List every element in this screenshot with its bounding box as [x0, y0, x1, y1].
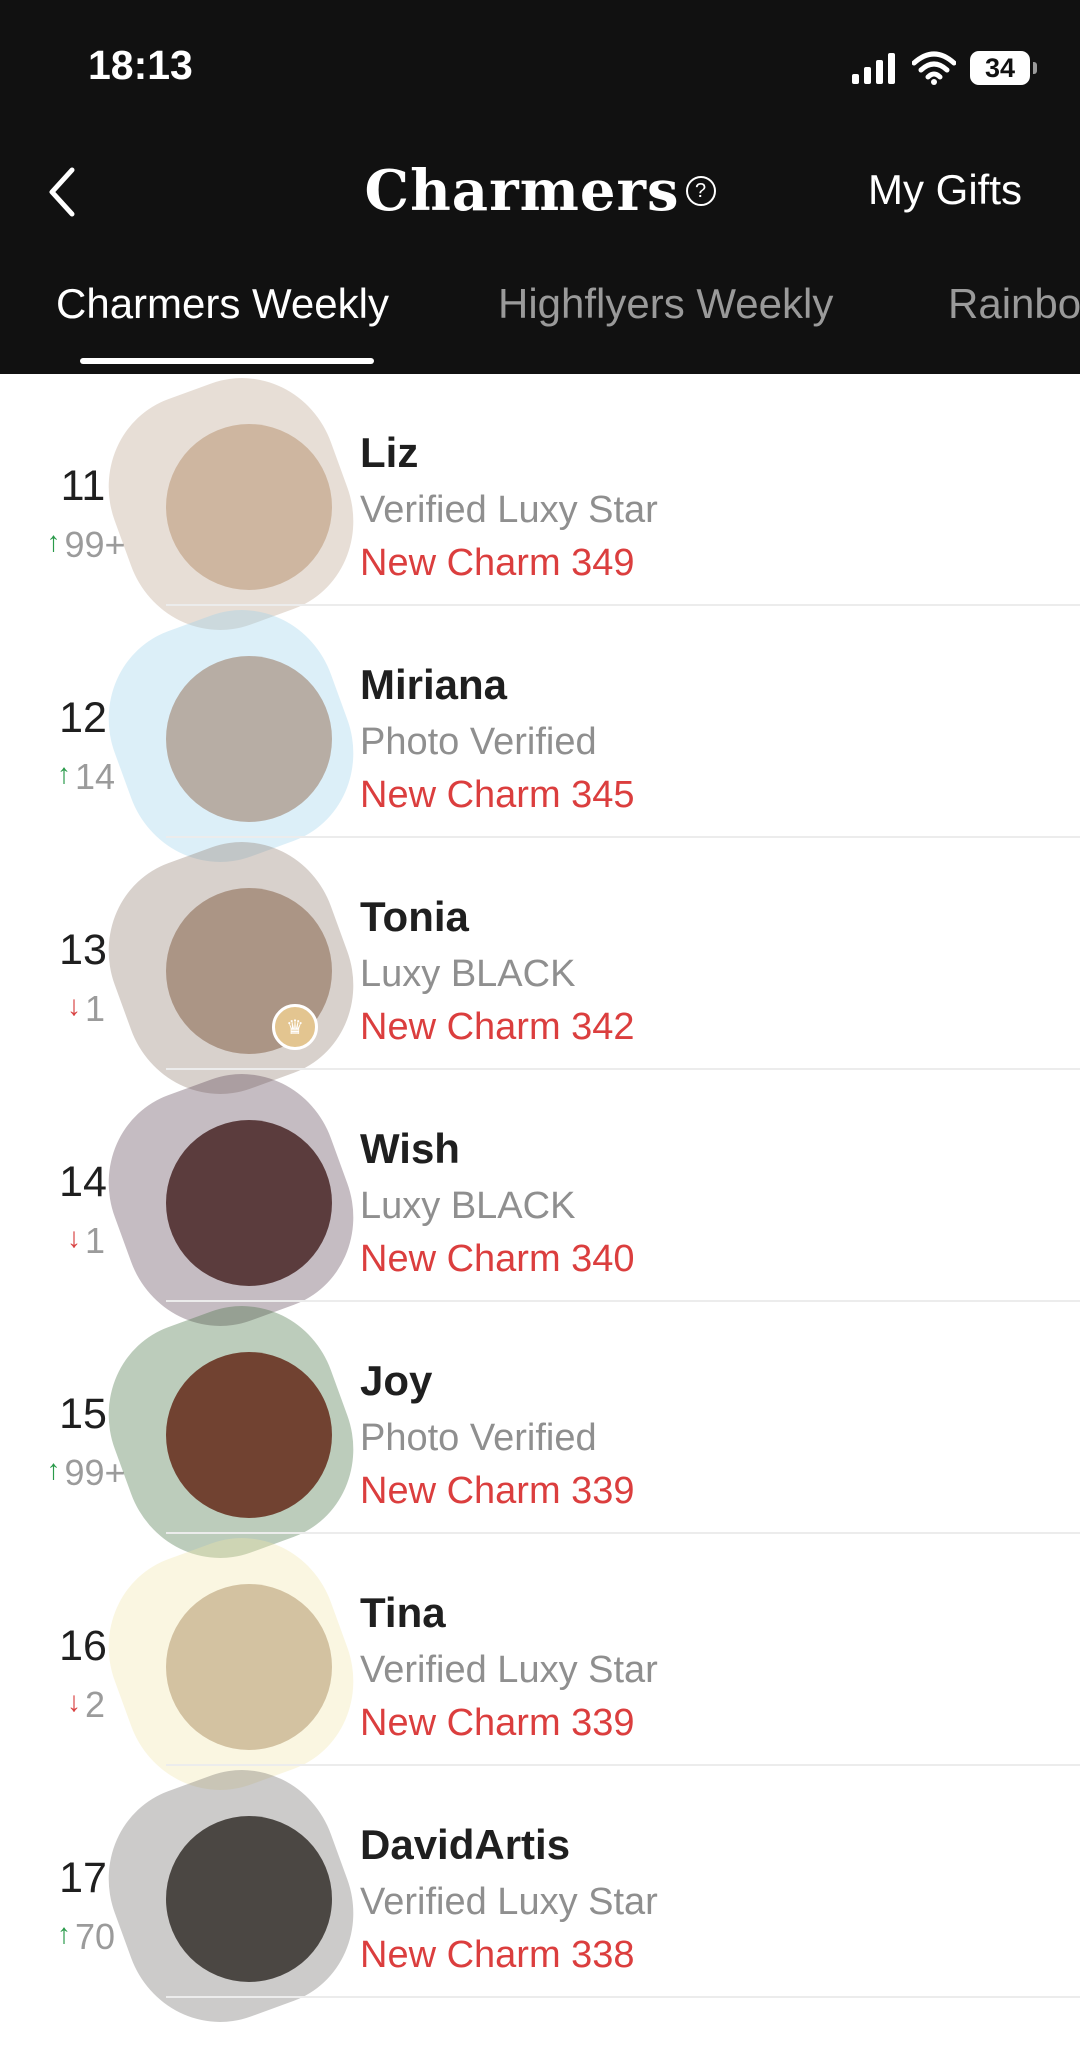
- ranking-row[interactable]: 16 ↓ 2 Tina Verified Luxy Star New Charm …: [0, 1511, 1080, 1817]
- rank-change-arrow-icon: ↓: [66, 1222, 81, 1253]
- status-time: 18:13: [88, 42, 193, 88]
- rank-change-value: 2: [84, 1684, 106, 1725]
- battery-icon: 34: [970, 51, 1037, 85]
- charm-score: New Charm 338: [360, 1934, 635, 1976]
- member-status: Luxy BLACK: [360, 953, 576, 995]
- member-status: Photo Verified: [360, 1417, 597, 1459]
- member-info: Tina Verified Luxy Star New Charm 339: [360, 1589, 658, 1745]
- rank-change-value: 99+: [64, 524, 126, 565]
- member-info: Liz Verified Luxy Star New Charm 349: [360, 429, 658, 585]
- avatar[interactable]: [81, 1047, 381, 1353]
- avatar[interactable]: ♛: [81, 815, 381, 1121]
- charm-score: New Charm 349: [360, 542, 635, 584]
- avatar[interactable]: [81, 1743, 381, 2048]
- tab-charmers-weekly[interactable]: Charmers Weekly: [56, 280, 389, 328]
- member-status: Photo Verified: [360, 721, 597, 763]
- charm-score: New Charm 345: [360, 774, 635, 816]
- avatar[interactable]: [81, 1279, 381, 1585]
- ranking-row[interactable]: 17 ↑ 70 DavidArtis Verified Luxy Star New…: [0, 1743, 1080, 2048]
- ranking-row[interactable]: 11 ↑ 99+ Liz Verified Luxy Star New Charm…: [0, 351, 1080, 657]
- member-info: Tonia Luxy BLACK New Charm 342: [360, 893, 635, 1049]
- charm-score: New Charm 339: [360, 1470, 635, 1512]
- member-status: Verified Luxy Star: [360, 1881, 658, 1923]
- ranking-row[interactable]: 14 ↓ 1 Wish Luxy BLACK New Charm 340: [0, 1047, 1080, 1353]
- avatar[interactable]: [81, 583, 381, 889]
- ranking-row[interactable]: 15 ↑ 99+ Joy Photo Verified New Charm 339: [0, 1279, 1080, 1585]
- member-status: Verified Luxy Star: [360, 1649, 658, 1691]
- ranking-list: 11 ↑ 99+ Liz Verified Luxy Star New Charm…: [0, 351, 1080, 2048]
- charm-score: New Charm 342: [360, 1006, 635, 1048]
- member-info: Joy Photo Verified New Charm 339: [360, 1357, 635, 1513]
- signal-icon: [852, 53, 895, 84]
- member-name: Tonia: [360, 893, 469, 940]
- rank-change-value: 1: [84, 1220, 106, 1261]
- charm-score: New Charm 339: [360, 1702, 635, 1744]
- ranking-row[interactable]: 12 ↑ 14 Miriana Photo Verified New Charm …: [0, 583, 1080, 889]
- rank-change-arrow-icon: ↓: [66, 1686, 81, 1717]
- member-info: DavidArtis Verified Luxy Star New Charm …: [360, 1821, 658, 1977]
- rank-change-arrow-icon: ↑: [46, 526, 61, 557]
- member-name: Wish: [360, 1125, 460, 1172]
- tab-bar: Charmers Weekly Highflyers Weekly Rainbo: [0, 280, 1080, 340]
- member-name: Miriana: [360, 661, 508, 708]
- rank-change-arrow-icon: ↓: [66, 990, 81, 1021]
- rank-change-value: 1: [84, 988, 106, 1029]
- rank-change-arrow-icon: ↑: [56, 758, 71, 789]
- member-name: Joy: [360, 1357, 433, 1404]
- avatar[interactable]: [81, 351, 381, 657]
- ranking-row[interactable]: 13 ↓ 1 ♛ Tonia Luxy BLACK New Charm 342: [0, 815, 1080, 1121]
- help-icon[interactable]: ?: [685, 176, 716, 206]
- rank-change-value: 14: [74, 756, 116, 797]
- app-header: 18:13 34 Charmers? My Gifts Charmers Wee…: [0, 0, 1080, 374]
- my-gifts-link[interactable]: My Gifts: [868, 166, 1022, 214]
- battery-level: 34: [984, 52, 1016, 83]
- status-icons: 34: [850, 44, 1037, 92]
- rank-change-arrow-icon: ↑: [46, 1454, 61, 1485]
- row-divider: [166, 1996, 1080, 1998]
- member-name: Liz: [360, 429, 419, 476]
- crown-badge-icon: ♛: [272, 1004, 318, 1050]
- active-tab-underline: [80, 358, 374, 364]
- rank-change-value: 70: [74, 1916, 116, 1957]
- tab-rainbow[interactable]: Rainbo: [948, 280, 1080, 328]
- avatar[interactable]: [81, 1511, 381, 1817]
- charm-score: New Charm 340: [360, 1238, 635, 1280]
- tab-highflyers-weekly[interactable]: Highflyers Weekly: [498, 280, 833, 328]
- rank-change-value: 99+: [64, 1452, 126, 1493]
- member-name: DavidArtis: [360, 1821, 571, 1868]
- member-info: Wish Luxy BLACK New Charm 340: [360, 1125, 635, 1281]
- member-status: Luxy BLACK: [360, 1185, 576, 1227]
- rank-change-arrow-icon: ↑: [56, 1918, 71, 1949]
- member-info: Miriana Photo Verified New Charm 345: [360, 661, 635, 817]
- member-status: Verified Luxy Star: [360, 489, 658, 531]
- member-name: Tina: [360, 1589, 446, 1636]
- page-title-text: Charmers: [364, 158, 680, 224]
- avatar-scribble: [81, 1743, 381, 2048]
- wifi-icon: [912, 51, 956, 85]
